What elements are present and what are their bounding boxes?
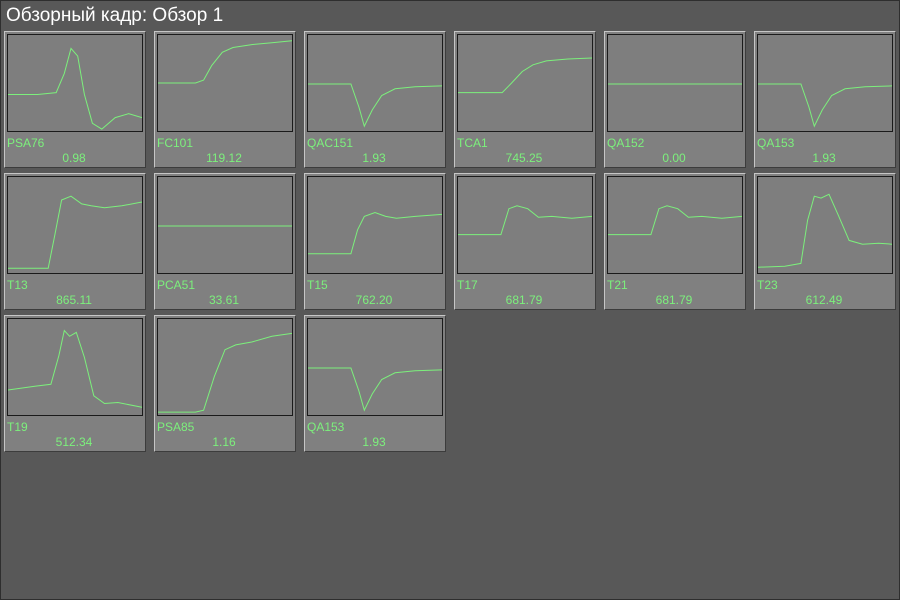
tag-name: PSA76 [7,136,45,150]
trend-chart [158,40,292,84]
tag-name: T13 [7,278,28,292]
trend-tile-tca1[interactable]: TCA1 745.25 [454,31,596,168]
trend-line [458,205,592,236]
trend-tile-fc101[interactable]: FC101 119.12 [154,31,296,168]
tag-name: T17 [457,278,478,292]
trend-plot [157,34,293,132]
tag-value: 0.00 [662,151,686,165]
trend-chart [308,211,442,255]
tag-name: QA152 [607,136,645,150]
overview-window: Обзорный кадр: Обзор 1 PSA76 0.98 FC101 119… [0,0,900,600]
tag-value: 1.93 [362,435,386,449]
tag-value: 681.79 [655,293,693,307]
trend-tile-qa153[interactable]: QA153 1.93 [754,31,896,168]
trend-plot [7,318,143,416]
trend-chart [8,195,142,269]
trend-plot [757,34,893,132]
trend-chart [308,367,442,412]
trend-line [8,195,142,269]
tag-name: QAC151 [307,136,354,150]
window-title: Обзорный кадр: Обзор 1 [6,5,224,26]
trend-plot [307,318,443,416]
tag-value: 1.93 [362,151,386,165]
trend-tile-psa85[interactable]: PSA85 1.16 [154,315,296,452]
tag-name: FC101 [157,136,194,150]
trend-plot [307,34,443,132]
trend-tile-psa76[interactable]: PSA76 0.98 [4,31,146,168]
tag-name: PSA85 [157,420,195,434]
tag-name: PCA51 [157,278,196,292]
trend-tile-qa152[interactable]: QA152 0.00 [604,31,746,168]
trend-chart [458,205,592,236]
trend-plot [757,176,893,274]
trend-chart [158,225,292,227]
trend-plot [457,34,593,132]
tag-name: TCA1 [457,136,488,150]
trend-chart [8,47,142,130]
trend-chart [308,83,442,128]
tag-name: QA153 [757,136,795,150]
tag-value: 512.34 [55,435,93,449]
trend-chart [758,193,892,268]
trend-line [158,40,292,84]
trend-line [308,367,442,412]
trend-plot [607,176,743,274]
trend-chart [158,332,292,413]
tag-value: 1.93 [812,151,836,165]
trend-line [8,329,142,408]
trend-tile-qac151[interactable]: QAC151 1.93 [304,31,446,168]
trend-line [308,83,442,128]
trend-tile-pca51[interactable]: PCA51 33.61 [154,173,296,310]
trend-line [158,332,292,413]
trend-tile-t17[interactable]: T17 681.79 [454,173,596,310]
trend-chart [8,329,142,408]
trend-chart [758,83,892,128]
tag-value: 865.11 [56,293,92,307]
trend-chart [608,83,742,85]
trend-line [8,47,142,130]
trend-plot [457,176,593,274]
tag-name: T21 [607,278,628,292]
tag-name: T15 [307,278,328,292]
trend-tile-t21[interactable]: T21 681.79 [604,173,746,310]
trend-plot [307,176,443,274]
tag-name: T19 [7,420,28,434]
trend-line [458,57,592,94]
trend-plot [7,176,143,274]
tag-value: 612.49 [805,293,843,307]
trend-line [758,83,892,128]
tag-value: 119.12 [206,151,242,165]
tag-value: 681.79 [505,293,543,307]
trend-plot [607,34,743,132]
tag-value: 0.98 [62,151,86,165]
trend-plot [7,34,143,132]
trend-tile-t15[interactable]: T15 762.20 [304,173,446,310]
trend-chart [458,57,592,94]
tag-value: 745.25 [505,151,543,165]
trend-line [308,211,442,255]
trend-plot [157,176,293,274]
tag-value: 1.16 [212,435,236,449]
trend-tile-qa153[interactable]: QA153 1.93 [304,315,446,452]
trend-tile-t13[interactable]: T13 865.11 [4,173,146,310]
trend-plot [157,318,293,416]
tag-value: 762.20 [355,293,393,307]
tag-name: T23 [757,278,778,292]
trend-tile-t19[interactable]: T19 512.34 [4,315,146,452]
trend-tile-t23[interactable]: T23 612.49 [754,173,896,310]
trend-line [608,205,742,236]
tag-name: QA153 [307,420,345,434]
tag-value: 33.61 [208,293,240,307]
trend-chart [608,205,742,236]
trend-line [758,193,892,268]
